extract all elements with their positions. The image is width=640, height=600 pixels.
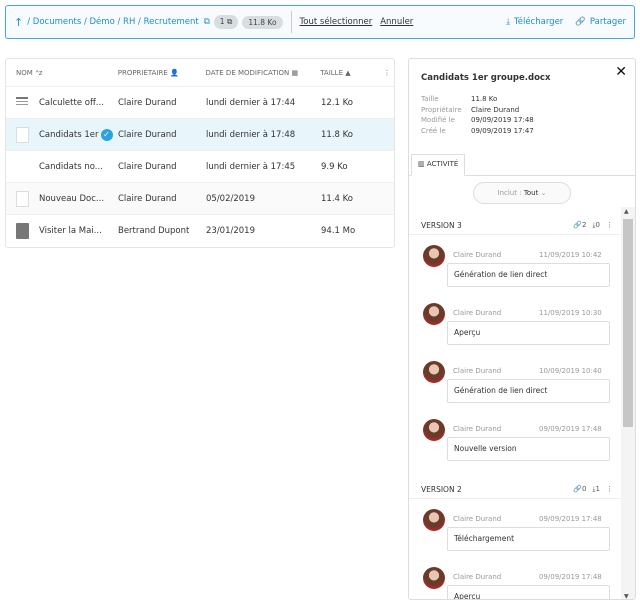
column-size[interactable]: TAILLE ▲ <box>320 69 380 77</box>
share-button[interactable]: 🔗 Partager <box>575 17 626 27</box>
calendar-icon: ▦ <box>291 68 299 77</box>
activity-action: Génération de lien direct <box>447 379 610 403</box>
file-owner: Claire Durand <box>118 161 177 172</box>
file-date: lundi dernier à 17:48 <box>206 129 296 140</box>
activity-item: Claire Durand 09/09/2019 17:48 Aperçu <box>409 565 621 599</box>
selection-size-badge: 11.8 Ko <box>242 15 283 29</box>
details-panel: Candidats 1er groupe.docx ✕ Taille 11.8 K… <box>408 58 636 600</box>
scrollbar-thumb[interactable] <box>623 219 633 427</box>
more-options-icon[interactable]: ⋮ <box>606 221 613 230</box>
activity-item: Claire Durand 10/09/2019 10:40 Génératio… <box>409 359 621 417</box>
link-icon: 🔗2 <box>573 221 587 229</box>
activity-action: Nouvelle version <box>447 437 610 461</box>
file-metadata: Taille 11.8 Ko Propriétaire Claire Durand … <box>421 95 534 135</box>
selection-count-badge: 1 ⧉ <box>213 15 239 29</box>
file-owner: Claire Durand <box>118 129 177 140</box>
user-icon: 👤 <box>170 68 179 77</box>
link-icon: 🔗 <box>575 17 586 27</box>
cancel-link[interactable]: Annuler <box>380 17 413 27</box>
scrollbar[interactable]: ▲ ▼ <box>621 207 635 599</box>
activity-action: Aperçu <box>447 585 610 599</box>
tab-activity[interactable]: ▥ ACTIVITÉ <box>411 154 466 176</box>
version-header: VERSION 3 🔗2 ⤓0 ⋮ <box>409 217 621 235</box>
arrow-up-icon[interactable]: ↑ <box>14 16 23 29</box>
file-size: 12.1 Ko <box>321 97 353 108</box>
scroll-up-icon[interactable]: ▲ <box>624 208 629 215</box>
file-name[interactable]: Candidats 1er <box>39 130 99 140</box>
file-size: 11.4 Ko <box>321 193 353 204</box>
avatar <box>423 361 445 383</box>
spreadsheet-icon <box>16 94 29 111</box>
table-row[interactable]: Nouveau Doc... Claire Durand 05/02/2019 … <box>6 183 394 215</box>
copy-icon[interactable]: ⧉ <box>204 17 210 27</box>
avatar <box>423 303 445 325</box>
file-owner: Bertrand Dupont <box>118 226 190 236</box>
close-icon[interactable]: ✕ <box>615 64 627 80</box>
breadcrumb-bar: ↑ / Documents / Démo / RH / Recrutement … <box>5 5 635 39</box>
download-icon: ⤓ <box>506 17 510 27</box>
file-owner: Claire Durand <box>118 97 177 108</box>
avatar <box>423 245 445 267</box>
file-name[interactable]: Calculette off... <box>39 98 104 108</box>
more-options-icon[interactable]: ⋮ <box>380 69 394 77</box>
file-date: 23/01/2019 <box>206 226 255 236</box>
version-header: VERSION 2 🔗0 ⤓1 ⋮ <box>409 481 621 499</box>
column-date[interactable]: DATE DE MODIFICATION ▦ <box>206 69 321 77</box>
checkmark-icon[interactable]: ✓ <box>100 128 113 141</box>
list-header: NOM ᴬᴢ PROPRIÉTAIRE 👤 DATE DE MODIFICATIO… <box>6 59 394 87</box>
weight-icon: ▲ <box>345 68 351 77</box>
chevron-down-icon: ⌄ <box>540 189 547 197</box>
file-size: 11.8 Ko <box>321 129 353 140</box>
activity-feed: VERSION 3 🔗2 ⤓0 ⋮ Claire Durand 11/09/2019… <box>409 211 621 599</box>
download-icon: ⤓1 <box>592 485 600 493</box>
file-icon <box>16 159 29 175</box>
avatar <box>423 567 445 589</box>
breadcrumb[interactable]: ↑ / Documents / Démo / RH / Recrutement … <box>14 16 210 29</box>
file-name[interactable]: Visiter la Mai... <box>39 226 102 236</box>
file-date: lundi dernier à 17:44 <box>206 97 296 108</box>
column-owner[interactable]: PROPRIÉTAIRE 👤 <box>114 69 206 77</box>
more-options-icon[interactable]: ⋮ <box>606 485 613 494</box>
file-name[interactable]: Candidats no... <box>39 162 103 172</box>
file-date: 05/02/2019 <box>206 193 255 204</box>
activity-item: Claire Durand 09/09/2019 17:48 Nouvelle … <box>409 417 621 475</box>
document-icon <box>16 190 29 207</box>
file-name[interactable]: Nouveau Doc... <box>39 194 104 204</box>
activity-item: Claire Durand 11/09/2019 10:42 Génératio… <box>409 243 621 301</box>
activity-filter[interactable]: Inclut : Tout ⌄ <box>473 182 571 204</box>
sort-icon: ᴬᴢ <box>35 68 43 77</box>
file-size: 9.9 Ko <box>321 161 348 172</box>
video-icon <box>16 223 29 239</box>
table-row[interactable]: Candidats no... Claire Durand lundi dern… <box>6 151 394 183</box>
file-list: NOM ᴬᴢ PROPRIÉTAIRE 👤 DATE DE MODIFICATIO… <box>5 58 395 248</box>
link-icon: 🔗0 <box>573 485 587 493</box>
breadcrumb-path[interactable]: / Documents / Démo / RH / Recrutement <box>27 17 199 27</box>
avatar <box>423 509 445 531</box>
activity-item: Claire Durand 09/09/2019 17:48 Télécharg… <box>409 507 621 565</box>
table-row[interactable]: Calculette off... Claire Durand lundi de… <box>6 87 394 119</box>
download-icon: ⤓0 <box>592 221 600 229</box>
panel-title: Candidats 1er groupe.docx <box>421 73 551 83</box>
avatar <box>423 419 445 441</box>
scroll-down-icon[interactable]: ▼ <box>624 593 629 599</box>
file-date: lundi dernier à 17:45 <box>206 161 296 172</box>
column-name[interactable]: NOM ᴬᴢ <box>6 69 114 77</box>
file-owner: Claire Durand <box>118 193 177 204</box>
divider <box>290 11 292 33</box>
document-icon <box>16 126 29 143</box>
activity-action: Téléchargement <box>447 527 610 551</box>
download-button[interactable]: ⤓ Télécharger <box>506 17 563 27</box>
chart-icon: ▥ <box>418 160 425 168</box>
activity-action: Génération de lien direct <box>447 263 610 287</box>
table-row[interactable]: Candidats 1er ✓ Claire Durand lundi derni… <box>6 119 394 151</box>
file-size: 94.1 Mo <box>321 226 356 236</box>
activity-action: Aperçu <box>447 321 610 345</box>
table-row[interactable]: Visiter la Mai... Bertrand Dupont 23/01/… <box>6 215 394 247</box>
select-all-link[interactable]: Tout sélectionner <box>300 17 373 27</box>
panel-tabs: ▥ ACTIVITÉ <box>409 154 635 176</box>
activity-item: Claire Durand 11/09/2019 10:30 Aperçu <box>409 301 621 359</box>
